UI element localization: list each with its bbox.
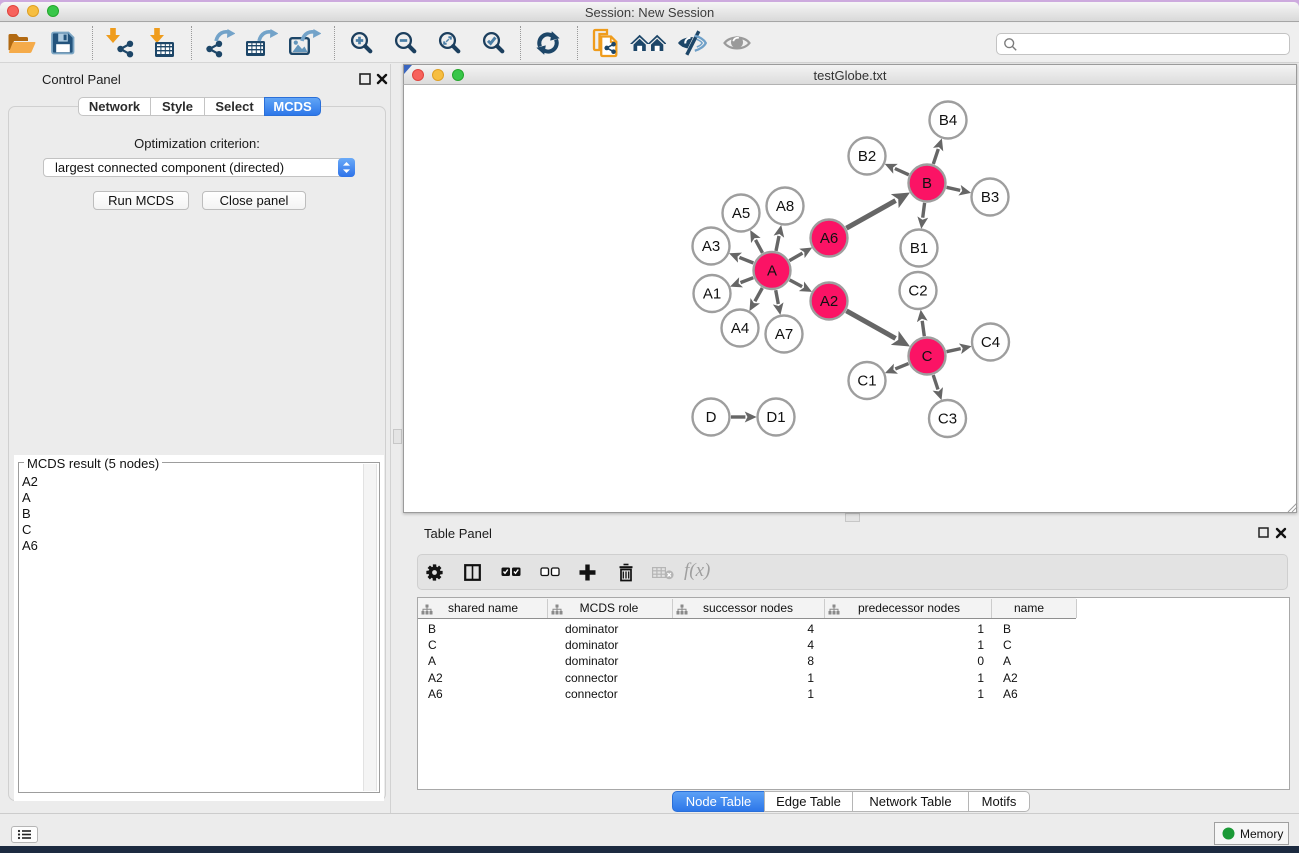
svg-text:A2: A2 bbox=[820, 293, 838, 310]
svg-text:C: C bbox=[922, 348, 933, 365]
svg-text:C3: C3 bbox=[938, 411, 957, 428]
svg-text:C4: C4 bbox=[981, 334, 1000, 351]
svg-text:A6: A6 bbox=[820, 230, 838, 247]
svg-text:A1: A1 bbox=[703, 286, 721, 303]
svg-text:A3: A3 bbox=[702, 238, 720, 255]
svg-text:C2: C2 bbox=[908, 283, 927, 300]
svg-text:B: B bbox=[922, 175, 932, 192]
svg-text:D1: D1 bbox=[766, 409, 785, 426]
svg-text:A: A bbox=[767, 263, 777, 280]
svg-text:B2: B2 bbox=[858, 148, 876, 165]
svg-text:A7: A7 bbox=[775, 326, 793, 343]
svg-text:A8: A8 bbox=[776, 198, 794, 215]
svg-text:B3: B3 bbox=[981, 189, 999, 206]
svg-text:A5: A5 bbox=[732, 205, 750, 222]
svg-text:D: D bbox=[706, 409, 717, 426]
svg-text:A4: A4 bbox=[731, 320, 749, 337]
svg-text:B1: B1 bbox=[910, 240, 928, 257]
svg-text:B4: B4 bbox=[939, 112, 957, 129]
svg-text:C1: C1 bbox=[857, 373, 876, 390]
